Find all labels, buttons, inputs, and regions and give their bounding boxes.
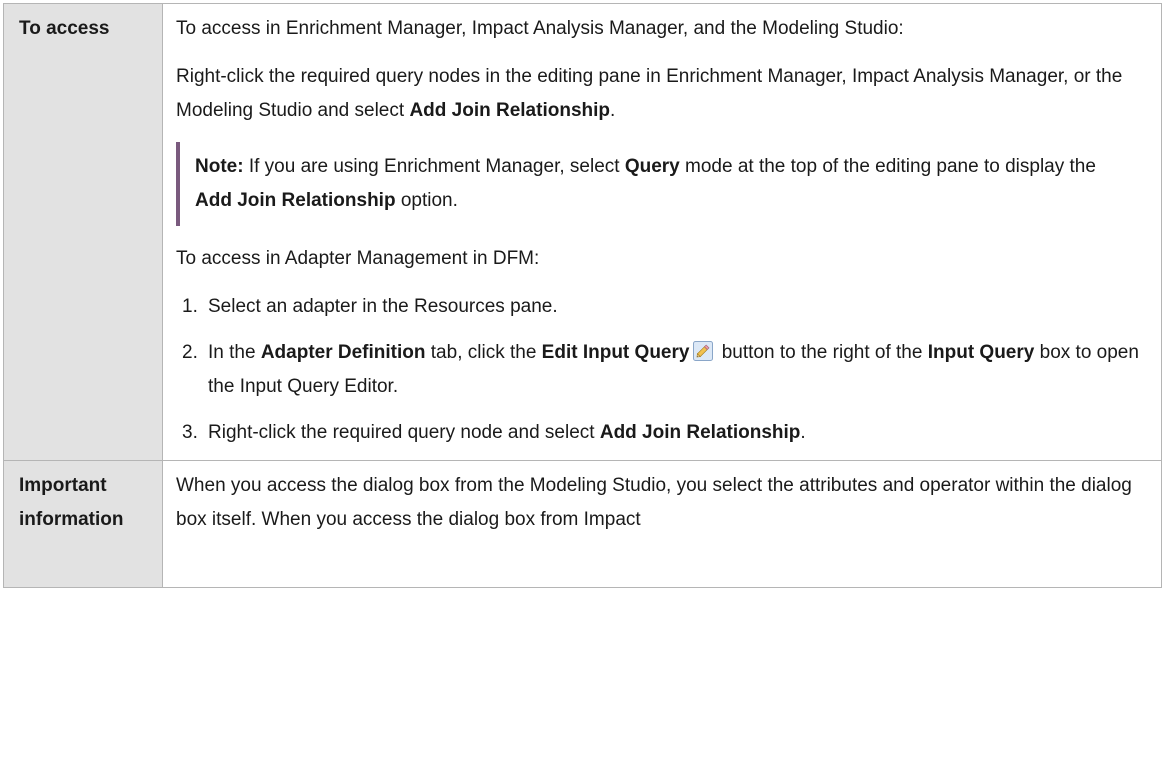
step2-bold-input-query: Input Query — [927, 342, 1035, 363]
dfm-intro-paragraph: To access in Adapter Management in DFM: — [176, 248, 540, 269]
note-paragraph: Note: If you are using Enrichment Manage… — [195, 150, 1131, 218]
rightclick-end: . — [610, 100, 616, 121]
step2-text-3: button to the right of the — [716, 342, 928, 363]
step2-text-1: In the — [208, 342, 261, 363]
step-number: 1. — [182, 296, 198, 317]
access-intro-paragraph: To access in Enrichment Manager, Impact … — [176, 18, 904, 39]
list-item-step-1: 1. Select an adapter in the Resources pa… — [176, 290, 1141, 324]
table-row-to-access: To access To access in Enrichment Manage… — [3, 3, 1162, 461]
rightclick-text: Right-click the required query nodes in … — [176, 66, 1123, 121]
step2-bold-adapter-definition: Adapter Definition — [260, 342, 426, 363]
step-text: In the Adapter Definition tab, click the… — [208, 336, 1141, 404]
step2-text-2: tab, click the — [425, 342, 542, 363]
step-number: 3. — [182, 422, 198, 443]
dfm-steps-list: 1. Select an adapter in the Resources pa… — [176, 290, 1141, 450]
note-text-3: option. — [395, 190, 458, 211]
row-label-to-access: To access — [3, 3, 163, 461]
rightclick-bold: Add Join Relationship — [409, 100, 610, 121]
note-bold-query: Query — [624, 156, 680, 177]
row-content-important-information: When you access the dialog box from the … — [162, 460, 1162, 588]
step-text: Select an adapter in the Resources pane. — [208, 296, 558, 317]
step-text: Right-click the required query node and … — [208, 416, 1141, 450]
row-label-important-information: Important information — [3, 460, 163, 588]
row-content-to-access: To access in Enrichment Manager, Impact … — [162, 3, 1162, 461]
list-item-step-3: 3. Right-click the required query node a… — [176, 416, 1141, 450]
list-item-step-2: 2. In the Adapter Definition tab, click … — [176, 336, 1141, 404]
note-text-1: If you are using Enrichment Manager, sel… — [243, 156, 625, 177]
note-callout: Note: If you are using Enrichment Manage… — [176, 142, 1141, 226]
note-bold-add-join: Add Join Relationship — [195, 190, 396, 211]
table-row-important-information: Important information When you access th… — [3, 460, 1162, 588]
access-info-table: To access To access in Enrichment Manage… — [3, 3, 1162, 588]
step3-text-2: . — [800, 422, 806, 443]
step-number: 2. — [182, 342, 198, 363]
pencil-edit-icon — [693, 341, 714, 361]
step2-bold-edit-input-query: Edit Input Query — [541, 342, 690, 363]
note-label: Note: — [195, 156, 244, 177]
step3-text-1: Right-click the required query node and … — [208, 422, 600, 443]
step3-bold-add-join: Add Join Relationship — [599, 422, 801, 443]
note-text-2: mode at the top of the editing pane to d… — [679, 156, 1096, 177]
rightclick-paragraph: Right-click the required query nodes in … — [176, 60, 1141, 128]
